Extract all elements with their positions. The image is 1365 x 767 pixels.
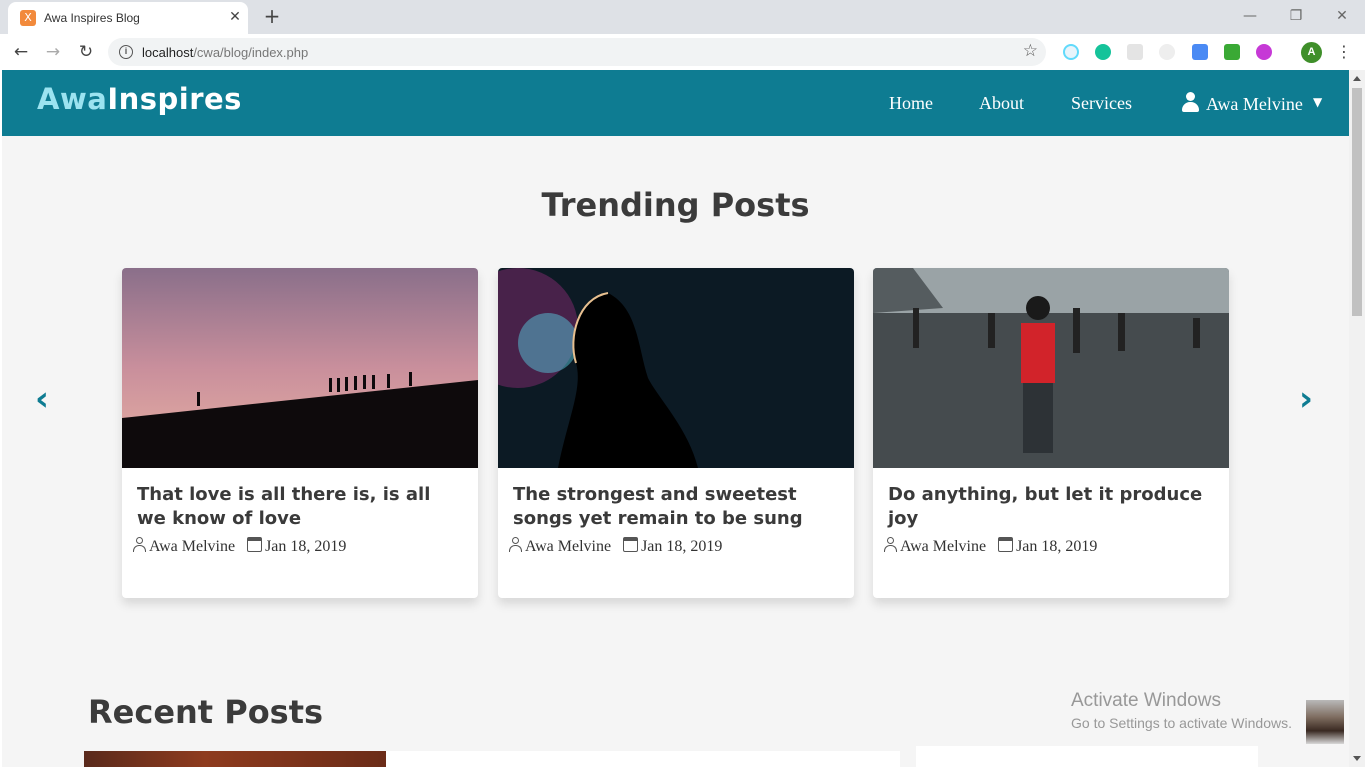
calendar-icon	[623, 537, 639, 552]
post-author: Awa Melvine	[900, 538, 987, 555]
post-meta: Awa Melvine Jan 18, 2019	[132, 537, 346, 556]
user-outline-icon	[508, 537, 523, 552]
address-bar[interactable]: i localhost/cwa/blog/index.php ☆	[108, 38, 1046, 66]
activate-windows-subtitle: Go to Settings to activate Windows.	[1071, 715, 1292, 731]
scroll-down-icon[interactable]	[1353, 756, 1361, 761]
post-author: Awa Melvine	[149, 538, 236, 555]
close-window-icon[interactable]: ✕	[1332, 6, 1352, 26]
user-outline-icon	[883, 537, 898, 552]
browser-tab[interactable]: X Awa Inspires Blog ✕	[8, 2, 248, 34]
back-arrow-icon[interactable]: ←	[10, 41, 32, 63]
user-icon[interactable]	[1182, 92, 1199, 112]
nav-about-link[interactable]: About	[979, 93, 1024, 114]
forward-arrow-icon[interactable]: →	[42, 41, 64, 63]
minimize-window-icon[interactable]: —	[1240, 6, 1260, 26]
restore-window-icon[interactable]: ❐	[1286, 6, 1306, 26]
browser-toolbar: ← → ↻ i localhost/cwa/blog/index.php ☆ A…	[0, 34, 1365, 70]
chevron-down-icon[interactable]: ▼	[1313, 95, 1322, 109]
post-title[interactable]: The strongest and sweetest songs yet rem…	[513, 483, 839, 531]
url-host: localhost	[142, 45, 194, 60]
extension-icon[interactable]	[1127, 44, 1143, 60]
site-navbar: AwaInspires Home About Services Awa Melv…	[2, 70, 1349, 136]
logo-part-awa: Awa	[37, 82, 108, 116]
post-author: Awa Melvine	[525, 538, 612, 555]
page-scrollbar[interactable]	[1349, 70, 1365, 767]
post-image-backlit-profile[interactable]	[498, 268, 854, 468]
recent-post-card[interactable]	[386, 751, 900, 767]
tab-close-icon[interactable]: ✕	[226, 8, 244, 26]
sidebar-card	[916, 746, 1258, 767]
bookmark-star-icon[interactable]: ☆	[1023, 41, 1038, 61]
post-title[interactable]: Do anything, but let it produce joy	[888, 483, 1214, 531]
browser-tabstrip: X Awa Inspires Blog ✕ + — ❐ ✕	[0, 0, 1365, 34]
extension-icon[interactable]	[1256, 44, 1272, 60]
grammarly-extension-icon[interactable]	[1095, 44, 1111, 60]
nav-home-link[interactable]: Home	[889, 93, 933, 114]
recent-posts-heading: Recent Posts	[88, 693, 324, 731]
post-meta: Awa Melvine Jan 18, 2019	[883, 537, 1097, 556]
user-outline-icon	[132, 537, 147, 552]
extension-icon[interactable]	[1192, 44, 1208, 60]
post-date: Jan 18, 2019	[265, 538, 347, 555]
activate-windows-watermark: Activate Windows Go to Settings to activ…	[1071, 690, 1292, 731]
tab-title: Awa Inspires Blog	[44, 11, 140, 25]
trending-post-card[interactable]: Do anything, but let it produce joy Awa …	[873, 268, 1229, 598]
post-image-people-on-black-sand-beach[interactable]	[873, 268, 1229, 468]
webcam-overlay-image	[1306, 700, 1344, 744]
extension-icon[interactable]	[1159, 44, 1175, 60]
nav-services-link[interactable]: Services	[1071, 93, 1132, 114]
scroll-up-icon[interactable]	[1353, 76, 1361, 81]
calendar-icon	[247, 537, 263, 552]
post-date: Jan 18, 2019	[1016, 538, 1098, 555]
react-devtools-extension-icon[interactable]	[1063, 44, 1079, 60]
web-page: AwaInspires Home About Services Awa Melv…	[2, 70, 1349, 767]
post-image-silhouettes-at-sunset[interactable]	[122, 268, 478, 468]
post-meta: Awa Melvine Jan 18, 2019	[508, 537, 722, 556]
post-title[interactable]: That love is all there is, is all we kno…	[137, 483, 463, 531]
css-extension-icon[interactable]	[1224, 44, 1240, 60]
xampp-favicon-icon: X	[20, 10, 36, 26]
new-tab-button[interactable]: +	[262, 5, 282, 27]
trending-post-card[interactable]: That love is all there is, is all we kno…	[122, 268, 478, 598]
scrollbar-thumb[interactable]	[1352, 88, 1362, 316]
url-text[interactable]: localhost/cwa/blog/index.php	[142, 45, 308, 60]
reload-icon[interactable]: ↻	[75, 41, 97, 63]
trending-post-card[interactable]: The strongest and sweetest songs yet rem…	[498, 268, 854, 598]
trending-posts-heading: Trending Posts	[541, 186, 810, 224]
carousel-next-arrow-icon[interactable]: ›	[1295, 382, 1317, 416]
recent-post-image[interactable]	[84, 751, 386, 767]
activate-windows-title: Activate Windows	[1071, 690, 1221, 711]
user-menu-label[interactable]: Awa Melvine	[1206, 94, 1303, 115]
profile-avatar[interactable]: A	[1301, 42, 1322, 63]
carousel-prev-arrow-icon[interactable]: ‹	[31, 382, 53, 416]
logo-part-inspires: Inspires	[107, 82, 242, 116]
browser-menu-icon[interactable]: ⋮	[1336, 42, 1352, 61]
url-path: /cwa/blog/index.php	[193, 45, 309, 60]
post-date: Jan 18, 2019	[641, 538, 723, 555]
calendar-icon	[998, 537, 1014, 552]
site-logo[interactable]: AwaInspires	[37, 82, 242, 116]
site-info-icon[interactable]: i	[119, 45, 133, 59]
